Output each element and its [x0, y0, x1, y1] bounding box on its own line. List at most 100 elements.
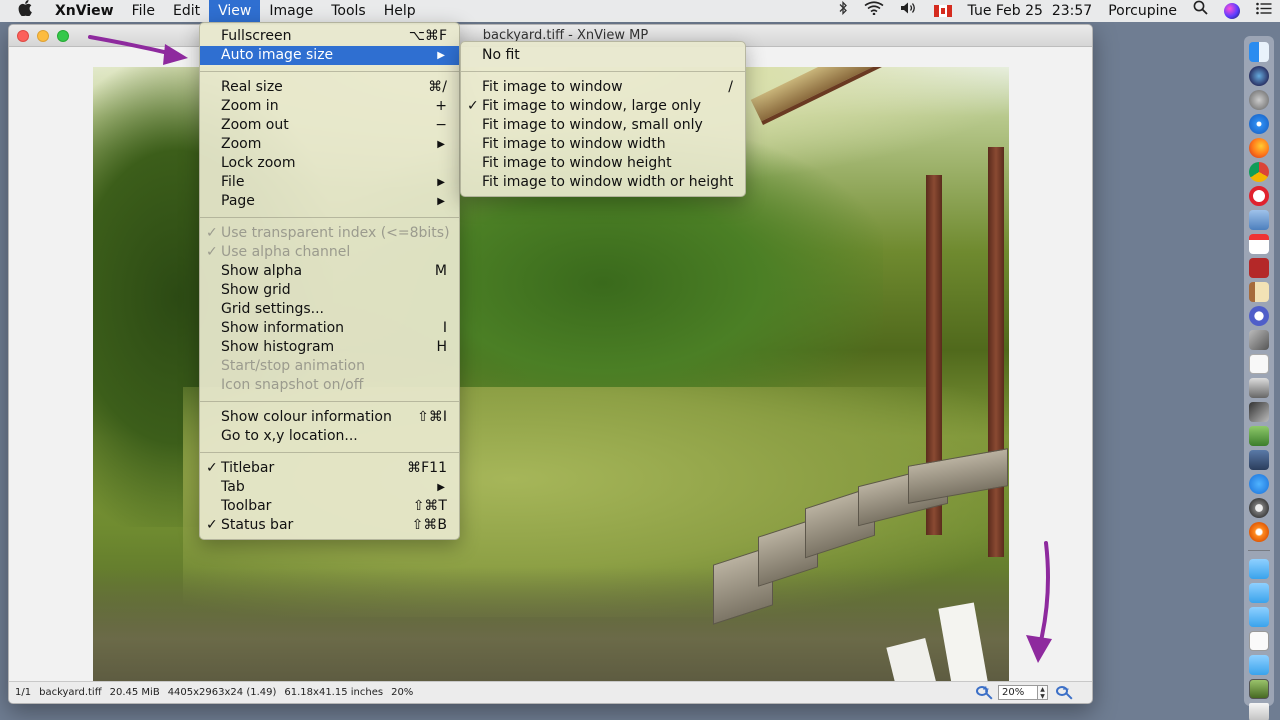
- menu-item-fit-image-to-window-small-only[interactable]: Fit image to window, small only: [461, 116, 745, 135]
- apple-logo-icon: [18, 0, 32, 17]
- calendar-icon[interactable]: [1249, 234, 1269, 254]
- submenu-arrow-icon: ▶: [437, 50, 445, 61]
- menu-item-zoom-out[interactable]: Zoom out −: [200, 116, 459, 135]
- system-preferences-icon[interactable]: [1249, 498, 1269, 518]
- menu-item-label: Fit image to window: [482, 79, 623, 95]
- menu-item-label: Fit image to window width or height: [482, 174, 734, 190]
- status-dimensions: 4405x2963x24 (1.49): [167, 687, 277, 698]
- zoom-input[interactable]: 20%: [998, 685, 1038, 700]
- preview-app-icon[interactable]: [1249, 210, 1269, 230]
- menu-separator: [461, 71, 745, 72]
- menu-item-label: Show information: [221, 320, 345, 336]
- menu-item-auto-image-size[interactable]: Auto image size ▶: [200, 46, 459, 65]
- menu-item-page[interactable]: Page ▶: [200, 192, 459, 211]
- menu-item-fit-image-to-window[interactable]: Fit image to window /: [461, 78, 745, 97]
- folder-icon[interactable]: [1249, 655, 1269, 675]
- menu-item-go-to-x-y-location[interactable]: Go to x,y location...: [200, 427, 459, 446]
- menu-item-file[interactable]: File ▶: [200, 173, 459, 192]
- spotlight-search-icon[interactable]: [1185, 0, 1216, 22]
- menu-item-show-information[interactable]: Show information I: [200, 319, 459, 338]
- menu-item-start-stop-animation: Start/stop animation: [200, 357, 459, 376]
- menu-item-grid-settings[interactable]: Grid settings...: [200, 300, 459, 319]
- zoom-in-icon[interactable]: +: [974, 684, 993, 702]
- menu-item-fit-image-to-window-large-only[interactable]: ✓ Fit image to window, large only: [461, 97, 745, 116]
- menu-item-show-histogram[interactable]: Show histogram H: [200, 338, 459, 357]
- menu-item-show-grid[interactable]: Show grid: [200, 281, 459, 300]
- menu-item-label: Auto image size: [221, 47, 334, 63]
- menu-item-toolbar[interactable]: Toolbar ⇧⌘T: [200, 497, 459, 516]
- menu-view[interactable]: View: [209, 0, 261, 22]
- chrome-icon[interactable]: [1249, 162, 1269, 182]
- menu-file[interactable]: File: [123, 0, 164, 22]
- scanner-icon[interactable]: [1249, 402, 1269, 422]
- menu-item-fullscreen[interactable]: Fullscreen ⌥⌘F: [200, 27, 459, 46]
- mail-icon[interactable]: [1249, 330, 1269, 350]
- menu-item-fit-image-to-window-height[interactable]: Fit image to window height: [461, 154, 745, 173]
- menu-item-zoom[interactable]: Zoom ▶: [200, 135, 459, 154]
- app-store-icon[interactable]: [1249, 474, 1269, 494]
- menu-item-tab[interactable]: Tab ▶: [200, 478, 459, 497]
- notification-center-icon[interactable]: [1248, 0, 1280, 22]
- zoom-stepper[interactable]: ▲ ▼: [1038, 685, 1048, 700]
- status-filesize: 20.45 MiB: [109, 687, 160, 698]
- photos-app-icon[interactable]: [1249, 450, 1269, 470]
- text-document-icon[interactable]: [1249, 354, 1269, 374]
- menu-app-name[interactable]: XnView: [46, 0, 123, 22]
- firefox-icon[interactable]: [1249, 138, 1269, 158]
- checkmark-icon: ✓: [206, 244, 218, 260]
- menu-help[interactable]: Help: [375, 0, 425, 22]
- menu-image[interactable]: Image: [260, 0, 322, 22]
- screenshot-icon[interactable]: [1249, 378, 1269, 398]
- checkmark-icon: ✓: [206, 225, 218, 241]
- menu-item-label: File: [221, 174, 245, 190]
- folder-icon[interactable]: [1249, 607, 1269, 627]
- menu-tools[interactable]: Tools: [322, 0, 375, 22]
- bbedit-icon[interactable]: [1249, 306, 1269, 326]
- menu-item-titlebar[interactable]: ✓ Titlebar ⌘F11: [200, 459, 459, 478]
- menu-item-label: Use alpha channel: [221, 244, 351, 260]
- finder-icon[interactable]: [1249, 42, 1269, 62]
- document-icon[interactable]: [1249, 631, 1269, 651]
- folder-icon[interactable]: [1249, 583, 1269, 603]
- menu-item-shortcut: /: [728, 79, 733, 95]
- menu-item-zoom-in[interactable]: Zoom in +: [200, 97, 459, 116]
- volume-icon[interactable]: [892, 0, 926, 22]
- menu-item-real-size[interactable]: Real size ⌘/: [200, 78, 459, 97]
- xnview-app-icon[interactable]: [1249, 522, 1269, 542]
- folder-icon[interactable]: [1249, 559, 1269, 579]
- status-filename: backyard.tiff: [39, 687, 102, 698]
- menu-item-icon-snapshot-on-off: Icon snapshot on/off: [200, 376, 459, 395]
- menu-edit[interactable]: Edit: [164, 0, 209, 22]
- menu-item-fit-image-to-window-width[interactable]: Fit image to window width: [461, 135, 745, 154]
- bluetooth-icon[interactable]: [830, 0, 856, 22]
- status-zoom: 20%: [391, 687, 414, 698]
- user-name[interactable]: Porcupine: [1100, 0, 1185, 22]
- wifi-icon[interactable]: [856, 0, 892, 22]
- menu-item-fit-image-to-window-width-or-height[interactable]: Fit image to window width or height: [461, 173, 745, 192]
- trash-icon[interactable]: [1249, 703, 1269, 720]
- menu-item-status-bar[interactable]: ✓ Status bar ⇧⌘B: [200, 516, 459, 535]
- safari-icon[interactable]: [1249, 114, 1269, 134]
- pdf-reader-icon[interactable]: [1249, 258, 1269, 278]
- menu-item-show-colour-information[interactable]: Show colour information ⇧⌘I: [200, 408, 459, 427]
- opera-icon[interactable]: [1249, 186, 1269, 206]
- image-file-icon[interactable]: [1249, 679, 1269, 699]
- menu-item-no-fit[interactable]: No fit: [461, 46, 745, 65]
- apple-menu-icon[interactable]: [0, 0, 46, 22]
- menu-separator: [200, 217, 459, 218]
- menu-item-shortcut: ⇧⌘I: [417, 409, 447, 425]
- notes-app-icon[interactable]: [1249, 282, 1269, 302]
- siri-app-icon[interactable]: [1249, 66, 1269, 86]
- checkmark-icon: ✓: [206, 460, 218, 476]
- menu-item-label: Grid settings...: [221, 301, 325, 317]
- input-source-flag-icon[interactable]: [926, 0, 960, 22]
- menu-item-show-alpha[interactable]: Show alpha M: [200, 262, 459, 281]
- menu-separator: [200, 71, 459, 72]
- siri-icon[interactable]: [1216, 0, 1248, 22]
- clock-date-text: Tue Feb 25: [967, 3, 1043, 19]
- zoom-out-icon[interactable]: −: [1054, 684, 1073, 702]
- clock-date[interactable]: Tue Feb 25 23:57: [960, 0, 1101, 22]
- image-capture-icon[interactable]: [1249, 426, 1269, 446]
- menu-item-lock-zoom[interactable]: Lock zoom: [200, 154, 459, 173]
- launchpad-icon[interactable]: [1249, 90, 1269, 110]
